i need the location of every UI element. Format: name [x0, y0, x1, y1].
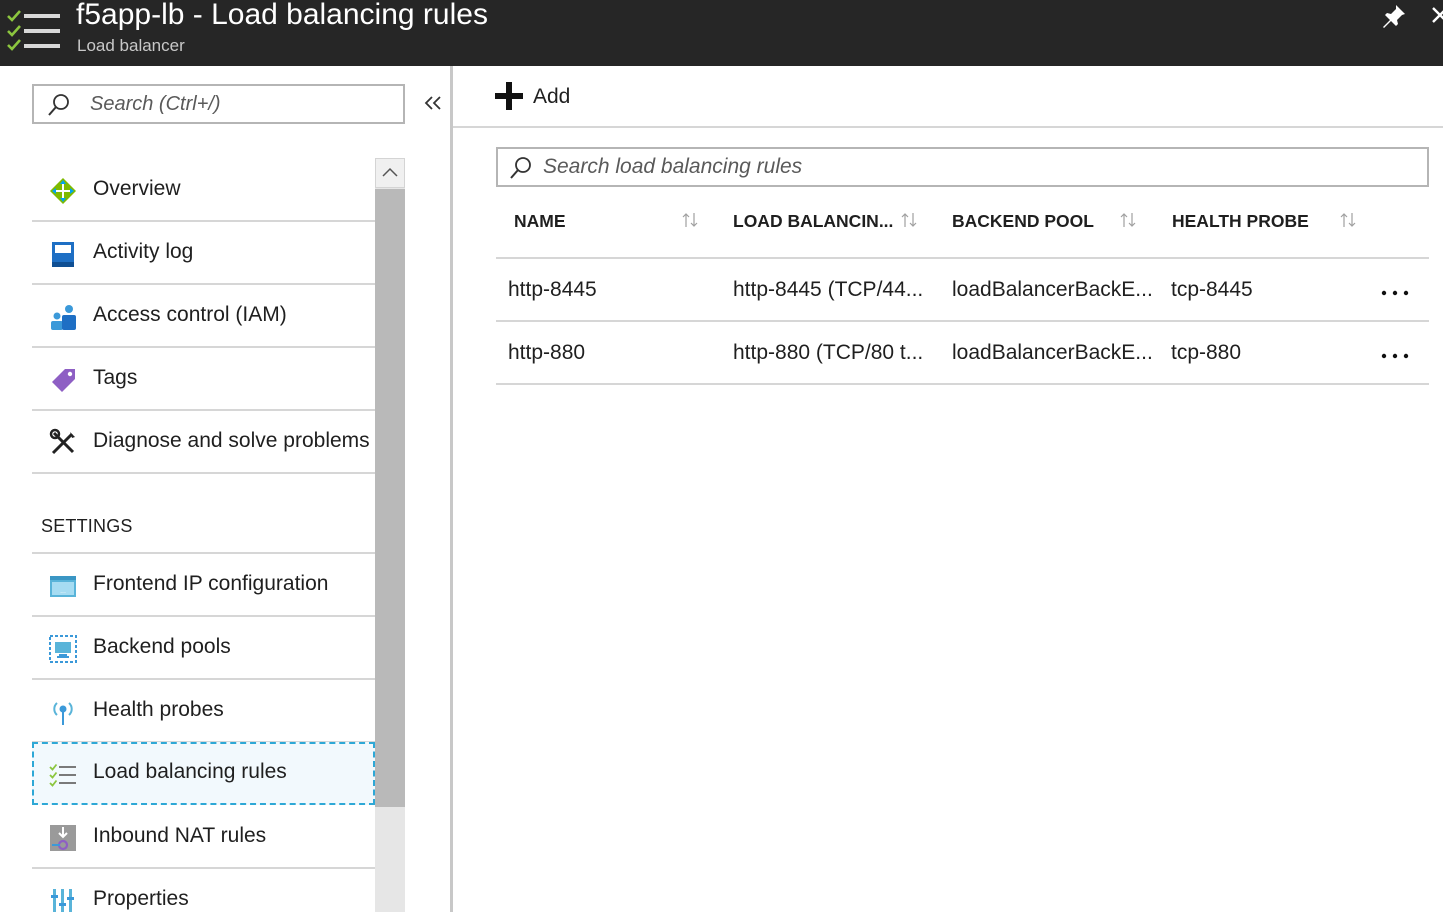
iam-icon: [51, 305, 76, 330]
rules-search-input[interactable]: [543, 155, 1403, 179]
more-options-icon[interactable]: [1380, 283, 1410, 299]
properties-icon: [51, 889, 74, 912]
menu-item-tags[interactable]: Tags: [32, 348, 375, 411]
tools-icon: [49, 428, 75, 455]
column-header-health-probe[interactable]: HEALTH PROBE: [1172, 211, 1309, 232]
sort-icon[interactable]: [898, 210, 920, 230]
menu-item-label: Frontend IP configuration: [93, 572, 329, 595]
search-icon: [510, 157, 531, 179]
menu-item-label: Properties: [93, 887, 189, 910]
menu-item-backend-pools[interactable]: Backend pools: [32, 617, 375, 680]
section-title: SETTINGS: [41, 516, 133, 536]
cell-name: http-880: [508, 341, 586, 364]
menu-search[interactable]: [32, 84, 405, 124]
menu-item-health-probes[interactable]: Health probes: [32, 680, 375, 743]
menu-item-label: Tags: [93, 366, 138, 389]
cell-name: http-8445: [508, 278, 597, 301]
tag-icon: [52, 369, 75, 392]
menu-item-load-balancing-rules[interactable]: Load balancing rules: [32, 742, 375, 805]
pin-icon[interactable]: [1380, 2, 1408, 30]
pane-divider[interactable]: [450, 66, 453, 912]
menu-item-properties[interactable]: Properties: [32, 869, 375, 912]
column-header-rule[interactable]: LOAD BALANCIN...: [733, 211, 893, 232]
menu-item-label: Inbound NAT rules: [93, 824, 267, 847]
backend-pools-icon: [49, 635, 77, 663]
table-row[interactable]: http-880 http-880 (TCP/80 t... loadBalan…: [496, 322, 1429, 385]
menu-item-diagnose[interactable]: Diagnose and solve problems: [32, 411, 375, 474]
svg-text:...: ...: [60, 588, 66, 595]
menu-item-frontend-ip[interactable]: ... Frontend IP configuration: [32, 554, 375, 617]
cell-backend-pool: loadBalancerBackE...: [952, 341, 1153, 364]
blade-header: f5app-lb - Load balancing rules Load bal…: [0, 0, 1443, 66]
cell-rule: http-880 (TCP/80 t...: [733, 341, 924, 364]
close-icon[interactable]: [1430, 2, 1443, 30]
menu-search-input[interactable]: [90, 92, 390, 116]
menu-item-label: Health probes: [93, 698, 224, 721]
menu-item-activity-log[interactable]: Activity log: [32, 222, 375, 285]
table-row[interactable]: http-8445 http-8445 (TCP/44... loadBalan…: [496, 259, 1429, 322]
search-icon: [48, 94, 69, 116]
column-header-backend-pool[interactable]: BACKEND POOL: [952, 211, 1094, 232]
menu-item-label: Activity log: [93, 240, 194, 263]
cell-rule: http-8445 (TCP/44...: [733, 278, 924, 301]
menu-item-label: Diagnose and solve problems: [93, 429, 370, 452]
more-options-icon[interactable]: [1380, 346, 1410, 362]
menu-item-overview[interactable]: Overview: [32, 159, 375, 222]
menu-item-iam[interactable]: Access control (IAM): [32, 285, 375, 348]
overview-icon: [50, 178, 76, 204]
menu-item-label: Overview: [93, 177, 181, 200]
load-balancing-rules-icon: [7, 10, 60, 51]
sort-icon[interactable]: [679, 210, 701, 230]
command-bar: Add: [453, 66, 1443, 128]
cell-backend-pool: loadBalancerBackE...: [952, 278, 1153, 301]
scroll-up-button[interactable]: [375, 158, 405, 188]
load-balancing-rules-icon: [49, 763, 76, 787]
sort-icon[interactable]: [1337, 210, 1359, 230]
cell-health-probe: tcp-8445: [1171, 278, 1253, 301]
health-probe-icon: [53, 702, 73, 725]
page-subtitle: Load balancer: [77, 36, 185, 55]
nat-rules-icon: [50, 825, 76, 851]
chevron-up-icon: [382, 167, 398, 177]
column-header-name[interactable]: NAME: [514, 211, 566, 232]
settings-section-heading: SETTINGS: [32, 500, 375, 554]
activity-log-icon: [52, 242, 74, 267]
rules-search[interactable]: [496, 147, 1429, 187]
scrollbar-thumb[interactable]: [375, 189, 405, 807]
page-title: f5app-lb - Load balancing rules: [76, 0, 488, 31]
collapse-menu-icon[interactable]: [420, 88, 448, 118]
menu-item-label: Backend pools: [93, 635, 231, 658]
sort-icon[interactable]: [1117, 210, 1139, 230]
plus-icon: [495, 82, 523, 110]
menu-item-inbound-nat[interactable]: Inbound NAT rules: [32, 806, 375, 869]
menu-item-label: Access control (IAM): [93, 303, 287, 326]
cell-health-probe: tcp-880: [1171, 341, 1242, 364]
frontend-ip-icon: ...: [50, 576, 76, 597]
add-button-label: Add: [533, 85, 571, 108]
menu-item-label: Load balancing rules: [93, 760, 287, 783]
